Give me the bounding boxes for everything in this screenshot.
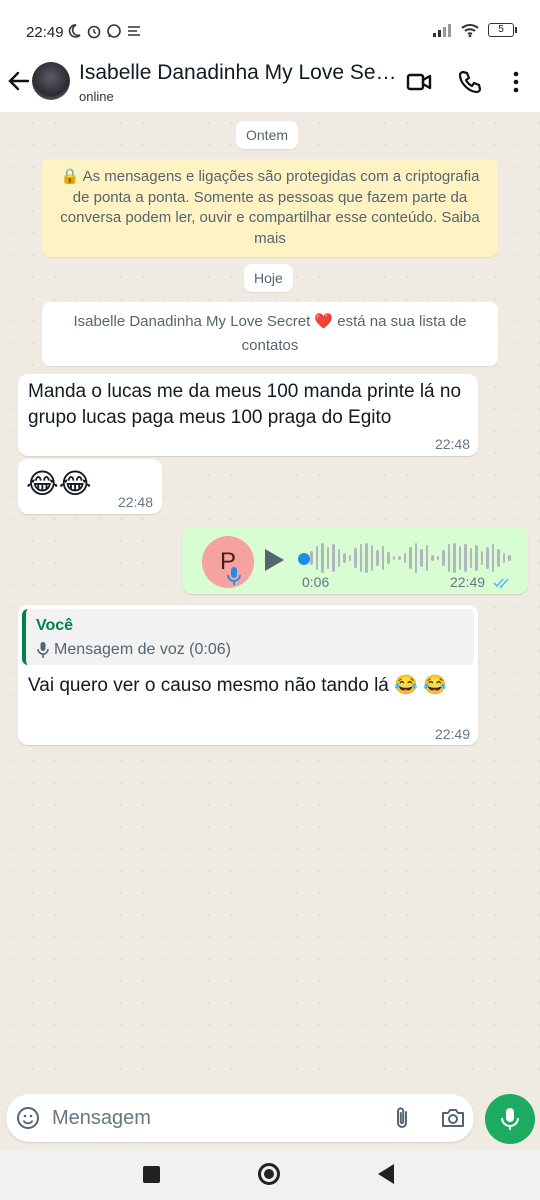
contact-avatar[interactable] xyxy=(32,62,70,100)
sticker-emoji-icon[interactable] xyxy=(16,1106,40,1130)
play-icon[interactable] xyxy=(262,547,286,573)
message-time: 22:49 xyxy=(434,726,470,742)
playback-position-dot[interactable] xyxy=(298,553,310,565)
status-time: 22:49 xyxy=(26,24,64,41)
incoming-message-bubble[interactable]: Manda o lucas me da meus 100 manda print… xyxy=(18,374,478,456)
quote-author: Você xyxy=(36,617,74,634)
voice-record-button[interactable] xyxy=(485,1094,535,1144)
home-button[interactable] xyxy=(258,1163,280,1185)
back-button[interactable] xyxy=(378,1164,394,1184)
voice-call-icon[interactable] xyxy=(456,68,484,96)
voice-duration: 0:06 xyxy=(302,574,330,590)
quoted-message[interactable]: Você Mensagem de voz (0:06) xyxy=(22,609,474,665)
microphone-badge-icon xyxy=(227,567,241,585)
chat-area[interactable]: Ontem 🔒 As mensagens e ligações são prot… xyxy=(0,112,540,1090)
message-time: 22:49 xyxy=(450,574,486,590)
read-receipt-icon xyxy=(493,578,509,589)
notification-list-icon xyxy=(128,26,140,36)
quote-text: Mensagem de voz (0:06) xyxy=(54,641,231,658)
alarm-icon xyxy=(87,25,101,39)
status-icons xyxy=(66,23,142,39)
message-emoji-text: 😂😂 xyxy=(26,467,92,500)
back-arrow-icon[interactable] xyxy=(6,68,32,94)
attach-icon[interactable] xyxy=(390,1105,414,1131)
encryption-notice[interactable]: 🔒 As mensagens e ligações são protegidas… xyxy=(42,159,498,257)
contact-name[interactable]: Isabelle Danadinha My Love Secret ❤️ xyxy=(79,61,397,85)
contact-status: online xyxy=(79,89,114,104)
message-input[interactable] xyxy=(52,1102,372,1134)
whatsapp-icon xyxy=(107,24,121,38)
outgoing-voice-message[interactable]: P 0:06 22:49 xyxy=(182,527,528,594)
status-right-icons: 5 xyxy=(432,22,517,38)
wifi-icon xyxy=(461,24,479,38)
incoming-message-bubble[interactable]: 😂😂 22:48 xyxy=(18,459,162,514)
contact-notice: Isabelle Danadinha My Love Secret ❤️ est… xyxy=(42,302,498,366)
microphone-icon xyxy=(501,1108,519,1130)
video-call-icon[interactable] xyxy=(405,68,433,96)
battery-indicator: 5 xyxy=(488,23,517,37)
message-text: Vai quero ver o causo mesmo não tando lá… xyxy=(28,675,447,696)
message-text: Manda o lucas me da meus 100 manda print… xyxy=(28,381,462,428)
message-composer xyxy=(6,1094,474,1142)
message-time: 22:48 xyxy=(117,494,153,510)
chat-header: Isabelle Danadinha My Love Secret ❤️ onl… xyxy=(0,60,540,112)
more-options-icon[interactable] xyxy=(502,68,530,96)
recents-button[interactable] xyxy=(143,1166,160,1183)
incoming-reply-bubble[interactable]: Você Mensagem de voz (0:06) Vai quero ve… xyxy=(18,605,478,745)
system-nav-bar xyxy=(0,1150,540,1200)
microphone-icon xyxy=(37,642,49,658)
status-bar: 22:49 5 xyxy=(0,0,540,60)
moon-icon xyxy=(68,24,81,38)
voice-waveform[interactable] xyxy=(310,541,511,575)
quote-content: Mensagem de voz (0:06) xyxy=(36,641,231,659)
date-chip-today: Hoje xyxy=(244,264,293,292)
message-time: 22:48 xyxy=(434,436,470,452)
date-chip-yesterday: Ontem xyxy=(236,121,299,149)
camera-icon[interactable] xyxy=(440,1106,466,1130)
signal-icon xyxy=(433,24,451,37)
